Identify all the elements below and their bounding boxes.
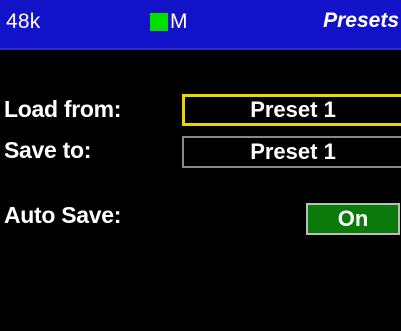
status-bar: 48k M Presets — [0, 0, 401, 50]
load-from-label: Load from: — [4, 96, 122, 122]
load-from-field[interactable]: Preset 1 — [182, 94, 401, 126]
mode-indicator-icon — [150, 13, 168, 31]
screen-title: Presets — [323, 9, 399, 32]
mode-label: M — [170, 10, 188, 33]
auto-save-label: Auto Save: — [4, 202, 122, 228]
save-to-field[interactable]: Preset 1 — [182, 136, 401, 168]
auto-save-toggle[interactable]: On — [306, 203, 400, 235]
save-to-label: Save to: — [4, 137, 92, 163]
sample-rate-text: 48k — [6, 10, 41, 33]
